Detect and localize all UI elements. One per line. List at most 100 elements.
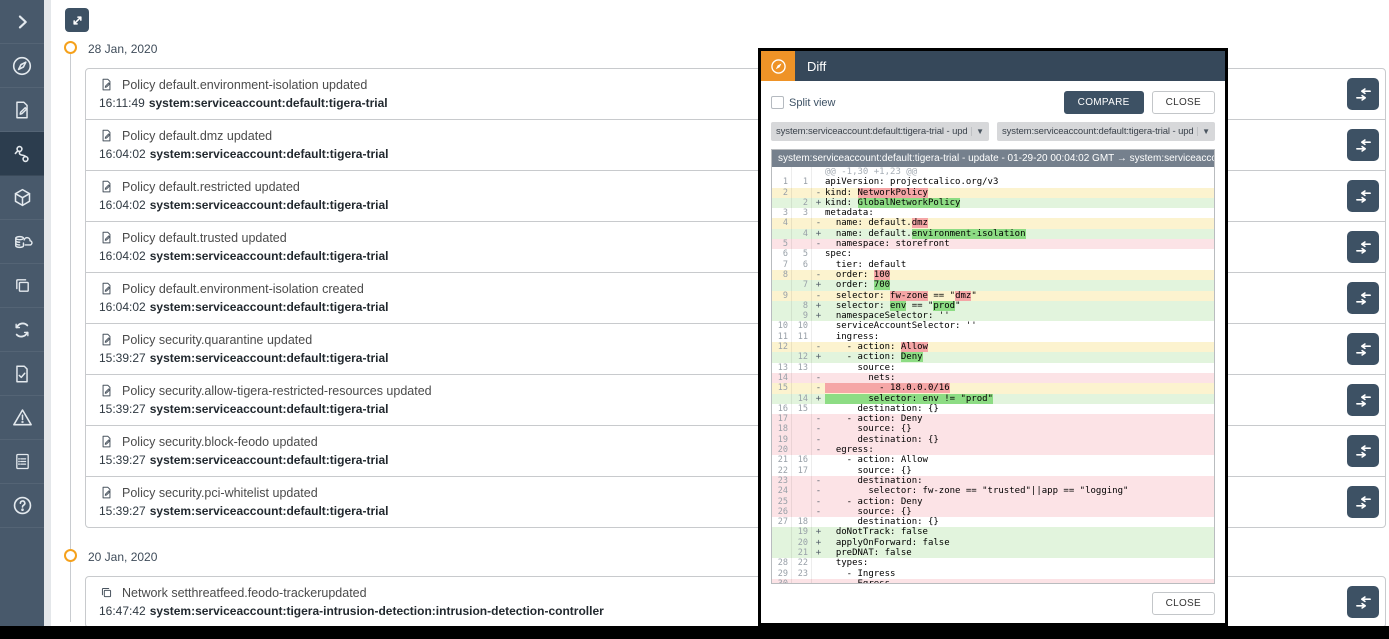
event-account: system:serviceaccount:default:tigera-tri… xyxy=(150,147,389,161)
app-screen: 28 Jan, 2020 Policy default.environment-… xyxy=(0,0,1389,639)
diff-line: 12- - action: Allow xyxy=(772,342,1214,352)
sidebar-item-flow-visualization[interactable] xyxy=(0,132,44,176)
diff-button[interactable] xyxy=(1347,384,1379,416)
diff-line: 11apiVersion: projectcalico.org/v3 xyxy=(772,177,1214,187)
split-view-label: Split view xyxy=(789,97,835,109)
diff-modal: Diff Split view COMPARE CLOSE system:ser… xyxy=(758,48,1228,626)
diff-line: 76 tier: default xyxy=(772,260,1214,270)
diff-line: 12+ - action: Deny xyxy=(772,352,1214,362)
sidebar-item-components[interactable] xyxy=(0,264,44,308)
diff-line: 24- selector: fw-zone == "trusted"||app … xyxy=(772,486,1214,496)
copy-icon xyxy=(99,585,114,600)
event-time: 16:04:02 xyxy=(99,198,146,212)
diff-line: 2822 types: xyxy=(772,558,1214,568)
left-revision-value: system:serviceaccount:default:tigera-tri… xyxy=(776,126,967,137)
diff-body: @@ -1,30 +1,23 @@11apiVersion: projectca… xyxy=(772,167,1214,583)
diff-line: 2116 - action: Allow xyxy=(772,455,1214,465)
file-edit-icon xyxy=(99,128,114,143)
sidebar-edge xyxy=(44,0,51,626)
copy-icon xyxy=(12,275,33,296)
file-edit-icon xyxy=(99,77,114,92)
sidebar-item-data-storage[interactable] xyxy=(0,220,44,264)
event-account: system:serviceaccount:default:tigera-tri… xyxy=(150,249,389,263)
date-label: 20 Jan, 2020 xyxy=(88,550,157,564)
event-time: 16:04:02 xyxy=(99,147,146,161)
event-title: Policy default.restricted updated xyxy=(122,180,300,194)
diff-line: 25- - action: Deny xyxy=(772,497,1214,507)
diff-arrows-icon xyxy=(1355,392,1372,409)
expand-timeline-button[interactable] xyxy=(65,8,89,32)
sidebar-item-dashboard[interactable] xyxy=(0,44,44,88)
sidebar-item-alerts[interactable] xyxy=(0,396,44,440)
diff-panel-header: system:serviceaccount:default:tigera-tri… xyxy=(772,150,1214,167)
sidebar-item-help[interactable] xyxy=(0,484,44,528)
file-edit-icon xyxy=(99,485,114,500)
diff-button[interactable] xyxy=(1347,435,1379,467)
split-view-checkbox[interactable] xyxy=(771,96,784,109)
file-edit-icon xyxy=(99,179,114,194)
diff-button[interactable] xyxy=(1347,78,1379,110)
diff-button[interactable] xyxy=(1347,282,1379,314)
sidebar-item-workloads[interactable] xyxy=(0,176,44,220)
diff-line: 65spec: xyxy=(772,249,1214,259)
diff-line: 2217 source: {} xyxy=(772,466,1214,476)
expand-diagonal-icon xyxy=(70,13,85,28)
diff-hunk-row: @@ -1,30 +1,23 @@ xyxy=(772,167,1214,177)
split-view-toggle[interactable]: Split view xyxy=(771,96,835,109)
diff-line: 15- - 18.0.0.0/16 xyxy=(772,383,1214,393)
diff-button[interactable] xyxy=(1347,486,1379,518)
diff-line: 19+ doNotTrack: false xyxy=(772,527,1214,537)
chevron-right-icon xyxy=(12,12,32,32)
event-time: 16:04:02 xyxy=(99,249,146,263)
sidebar-item-sync[interactable] xyxy=(0,308,44,352)
diff-line: 1010 serviceAccountSelector: '' xyxy=(772,321,1214,331)
sidebar-item-policies[interactable] xyxy=(0,88,44,132)
diff-line: 26- source: {} xyxy=(772,507,1214,517)
diff-line: 1615 destination: {} xyxy=(772,404,1214,414)
sidebar-item-compliance[interactable] xyxy=(0,352,44,396)
sidebar-item-reports[interactable] xyxy=(0,440,44,484)
db-cloud-icon xyxy=(11,230,34,253)
diff-line: 2+kind: GlobalNetworkPolicy xyxy=(772,198,1214,208)
modal-title: Diff xyxy=(807,59,826,74)
diff-line: 14+ selector: env != "prod" xyxy=(772,394,1214,404)
diff-modal-header: Diff xyxy=(761,51,1225,81)
file-edit-icon xyxy=(99,383,114,398)
flow-icon xyxy=(10,142,34,166)
file-edit-icon xyxy=(99,230,114,245)
close-button[interactable]: CLOSE xyxy=(1152,91,1215,114)
file-edit-icon xyxy=(99,281,114,296)
event-title: Policy default.dmz updated xyxy=(122,129,272,143)
diff-button[interactable] xyxy=(1347,231,1379,263)
diff-line: 1313 source: xyxy=(772,363,1214,373)
diff-line: 9- selector: fw-zone == "dmz" xyxy=(772,291,1214,301)
compass-icon xyxy=(769,57,788,76)
diff-line: 8- order: 100 xyxy=(772,270,1214,280)
diff-arrows-icon xyxy=(1355,137,1372,154)
event-title: Policy security.pci-whitelist updated xyxy=(122,486,318,500)
left-revision-select[interactable]: system:serviceaccount:default:tigera-tri… xyxy=(771,122,989,141)
footer-close-button[interactable]: CLOSE xyxy=(1152,592,1215,615)
diff-button[interactable] xyxy=(1347,586,1379,618)
diff-controls: Split view COMPARE CLOSE xyxy=(771,91,1215,114)
diff-button[interactable] xyxy=(1347,180,1379,212)
sidebar xyxy=(0,0,44,626)
diff-line: 14- nets: xyxy=(772,373,1214,383)
event-title: Policy security.allow-tigera-restricted-… xyxy=(122,384,432,398)
diff-line: 21+ preDNAT: false xyxy=(772,548,1214,558)
chevron-down-icon: ▼ xyxy=(1197,127,1210,136)
file-check-icon xyxy=(11,363,33,385)
diff-arrows-icon xyxy=(1355,290,1372,307)
event-account: system:serviceaccount:default:tigera-tri… xyxy=(150,198,389,212)
diff-button[interactable] xyxy=(1347,129,1379,161)
right-revision-select[interactable]: system:serviceaccount:default:tigera-tri… xyxy=(997,122,1215,141)
event-title: Policy default.environment-isolation upd… xyxy=(122,78,367,92)
timeline-line xyxy=(70,50,71,622)
diff-line: 17- - action: Deny xyxy=(772,414,1214,424)
event-account: system:serviceaccount:default:tigera-tri… xyxy=(150,402,389,416)
date-label: 28 Jan, 2020 xyxy=(88,42,157,56)
sidebar-item-collapse[interactable] xyxy=(0,0,44,44)
diff-line: 2718 destination: {} xyxy=(772,517,1214,527)
compare-button[interactable]: COMPARE xyxy=(1064,91,1144,114)
diff-button[interactable] xyxy=(1347,333,1379,365)
